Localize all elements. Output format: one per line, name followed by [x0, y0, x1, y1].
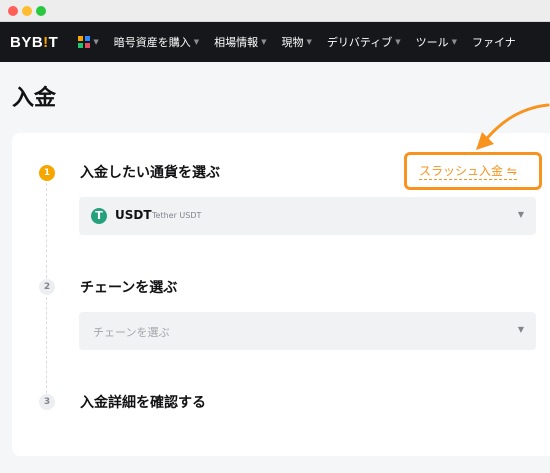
slash-deposit-link[interactable]: スラッシュ入金 ⇋	[404, 152, 542, 190]
nav-buy-crypto[interactable]: 暗号資産を購入 ▼	[114, 34, 199, 50]
maximize-window-button[interactable]	[36, 6, 46, 16]
nav-markets[interactable]: 相場情報 ▼	[214, 34, 266, 50]
step-1-badge: 1	[39, 165, 55, 181]
tether-icon: T	[91, 208, 107, 224]
chevron-down-icon: ▼	[93, 38, 99, 46]
currency-code: USDT	[115, 208, 152, 222]
step-3-badge: 3	[39, 394, 55, 410]
nav-finance[interactable]: ファイナ	[472, 34, 516, 50]
chevron-down-icon: ▼	[261, 38, 267, 46]
chain-select[interactable]: チェーンを選ぶ ▼	[79, 312, 536, 350]
bybit-logo[interactable]: BYB!T	[10, 34, 58, 51]
browser-titlebar	[0, 0, 550, 22]
step-2-title: チェーンを選ぶ	[80, 280, 178, 296]
chevron-down-icon: ▼	[395, 38, 401, 46]
nav-derivatives[interactable]: デリバティブ ▼	[327, 34, 401, 50]
chevron-down-icon: ▼	[451, 38, 458, 46]
nav-tools[interactable]: ツール ▼	[416, 34, 457, 50]
step-2-badge: 2	[39, 279, 55, 295]
minimize-window-button[interactable]	[22, 6, 32, 16]
chain-select-placeholder: チェーンを選ぶ	[93, 326, 170, 339]
products-menu-icon[interactable]	[78, 35, 91, 49]
pointer-arrow-icon	[476, 103, 550, 150]
chevron-down-icon: ▼	[193, 38, 200, 46]
step-connector	[46, 297, 47, 393]
top-navigation: BYB!T ▼ 暗号資産を購入 ▼ 相場情報 ▼ 現物 ▼ デリバティブ ▼ ツール ▼ …	[0, 22, 550, 62]
slash-deposit-label: スラッシュ入金 ⇋	[419, 164, 517, 180]
currency-name: Tether USDT	[152, 211, 202, 220]
nav-spot[interactable]: 現物 ▼	[282, 34, 312, 50]
chevron-down-icon: ▼	[306, 38, 312, 46]
chevron-down-icon: ▼	[517, 210, 524, 219]
step-3-title: 入金詳細を確認する	[80, 395, 206, 411]
step-1-title: 入金したい通貨を選ぶ	[80, 165, 220, 181]
page-title: 入金	[12, 86, 57, 111]
close-window-button[interactable]	[8, 6, 18, 16]
currency-select[interactable]: T USDT Tether USDT ▼	[79, 197, 536, 235]
step-connector	[46, 183, 47, 278]
chevron-down-icon: ▼	[517, 325, 524, 334]
